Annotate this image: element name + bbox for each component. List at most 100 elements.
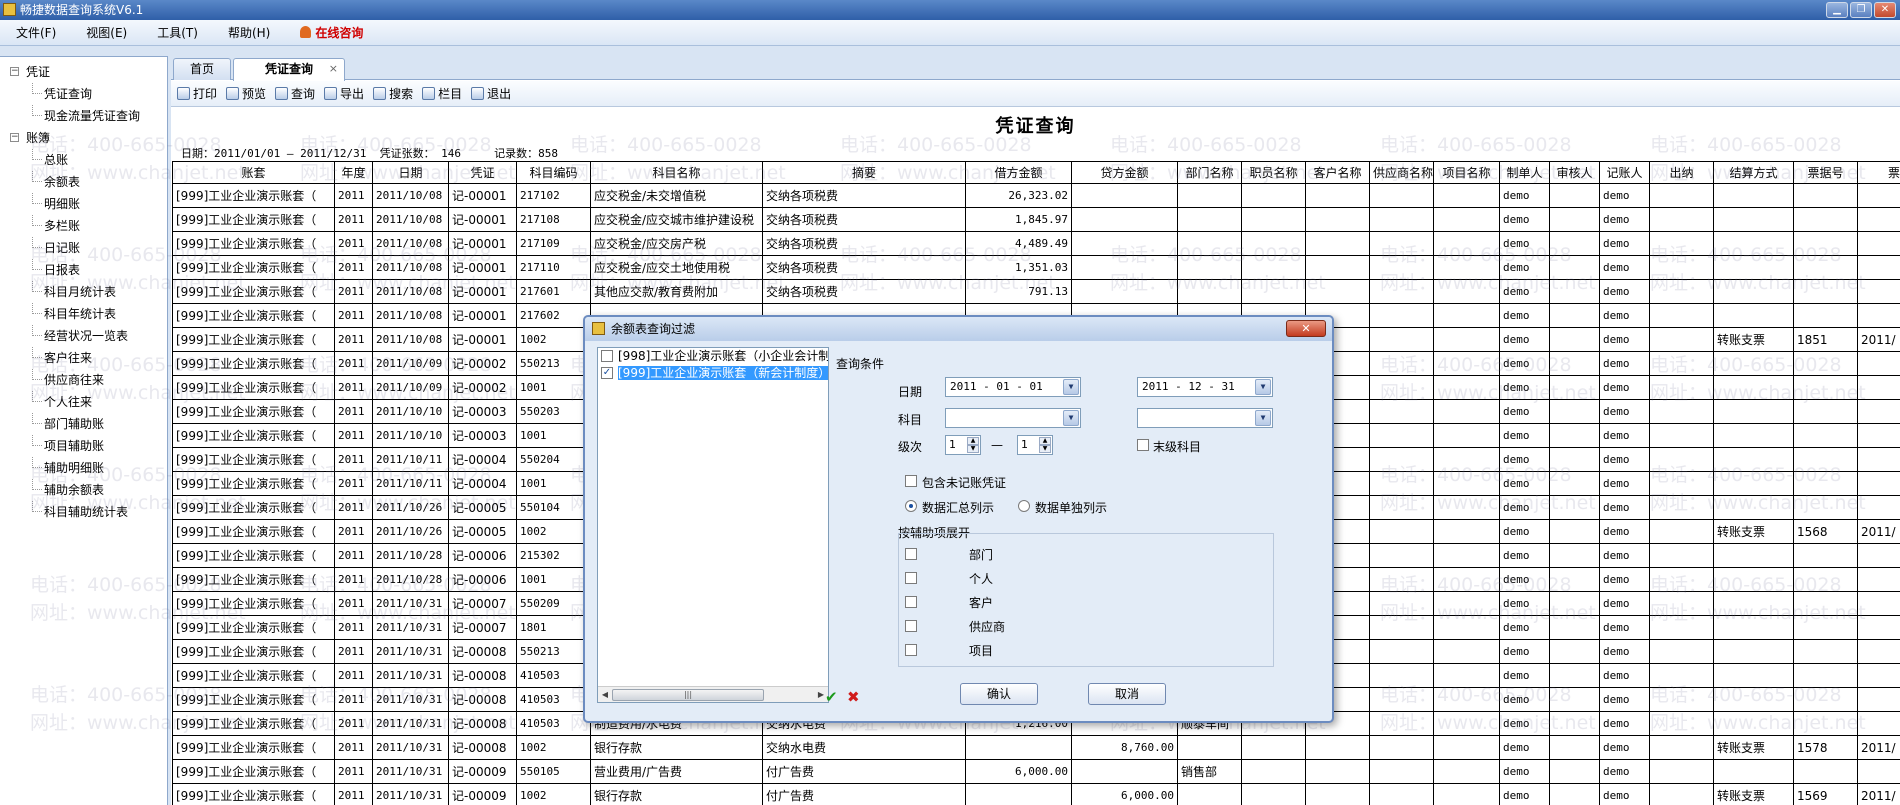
spin-down-icon[interactable]: ▼ [967, 445, 979, 453]
tab-home[interactable]: 首页 [173, 58, 231, 80]
tree-item[interactable]: 科目月统计表 [0, 281, 167, 303]
tree-item[interactable]: 明细账 [0, 193, 167, 215]
column-header[interactable]: 记账人 [1599, 161, 1650, 184]
aux-checkbox[interactable] [905, 644, 917, 656]
account-set-item[interactable]: ✓ [999]工业企业演示账套（新会计制度） [598, 365, 828, 382]
spin-down-icon[interactable]: ▼ [1039, 445, 1051, 453]
preview-button[interactable]: 预览 [222, 83, 270, 105]
tree-item[interactable]: 科目辅助统计表 [0, 501, 167, 523]
tree-item[interactable]: 凭证查询 [0, 83, 167, 105]
maximize-button[interactable]: ❐ [1850, 2, 1872, 18]
tree-item[interactable]: 辅助余额表 [0, 479, 167, 501]
include-unposted-checkbox[interactable] [905, 475, 917, 487]
column-header[interactable]: 审核人 [1549, 161, 1600, 184]
table-row[interactable]: [999]工业企业演示账套（ 2011 2011/10/31 记-00008 1002 银… [172, 735, 1900, 760]
minimize-button[interactable]: ▁ [1826, 2, 1848, 18]
exit-button[interactable]: 退出 [467, 83, 515, 105]
table-row[interactable]: [999]工业企业演示账套（ 2011 2011/10/31 记-00009 55010… [172, 759, 1900, 784]
dropdown-arrow-icon[interactable]: ▼ [1255, 410, 1271, 426]
menu-file[interactable]: 文件(F) [8, 20, 64, 46]
confirm-button[interactable]: 确认 [960, 683, 1038, 705]
window-close-button[interactable]: ✕ [1874, 2, 1896, 18]
dropdown-arrow-icon[interactable]: ▼ [1063, 410, 1079, 426]
account-set-item[interactable]: [998]工业企业演示账套（小企业会计制度） [598, 348, 828, 365]
tree-item[interactable]: 辅助明细账 [0, 457, 167, 479]
columns-button[interactable]: 栏目 [418, 83, 466, 105]
tree-group-voucher[interactable]: − 凭证 [0, 61, 167, 83]
column-header[interactable]: 供应商名称 [1369, 161, 1434, 184]
date-to-picker[interactable]: 2011 - 12 - 31 ▼ [1137, 377, 1273, 397]
column-header[interactable]: 年度 [334, 161, 373, 184]
column-header[interactable]: 出纳 [1649, 161, 1714, 184]
column-header[interactable]: 账套 [172, 161, 335, 184]
aux-checkbox[interactable] [905, 620, 917, 632]
scroll-thumb[interactable]: ||| [612, 689, 764, 701]
summary-radio[interactable] [905, 500, 917, 512]
date-from-picker[interactable]: 2011 - 01 - 01 ▼ [945, 377, 1081, 397]
list-hscrollbar[interactable]: ◀ ||| ▶ [598, 686, 828, 702]
tree-item[interactable]: 供应商往来 [0, 369, 167, 391]
menu-help[interactable]: 帮助(H) [220, 20, 278, 46]
column-header[interactable]: 制单人 [1499, 161, 1550, 184]
tab-voucher-query[interactable]: 凭证查询 × [233, 58, 345, 81]
table-row[interactable]: [999]工业企业演示账套（ 2011 2011/10/08 记-00001 21760… [172, 279, 1900, 304]
menu-online-consult[interactable]: 在线咨询 [292, 20, 371, 46]
tree-item[interactable]: 经营状况一览表 [0, 325, 167, 347]
collapse-icon[interactable]: − [10, 67, 19, 76]
table-row[interactable]: [999]工业企业演示账套（ 2011 2011/10/08 记-00001 21711… [172, 255, 1900, 280]
spin-up-icon[interactable]: ▲ [967, 437, 979, 445]
level-to-spinner[interactable]: 1 ▲ ▼ [1017, 435, 1053, 455]
dialog-close-button[interactable]: ✕ [1286, 320, 1326, 337]
separate-radio[interactable] [1018, 500, 1030, 512]
table-row[interactable]: [999]工业企业演示账套（ 2011 2011/10/08 记-00001 21710… [172, 207, 1900, 232]
column-header[interactable]: 客户名称 [1305, 161, 1370, 184]
tree-item[interactable]: 余额表 [0, 171, 167, 193]
level-from-spinner[interactable]: 1 ▲ ▼ [945, 435, 981, 455]
dropdown-arrow-icon[interactable]: ▼ [1255, 379, 1271, 395]
column-header[interactable]: 摘要 [762, 161, 966, 184]
column-header[interactable]: 日期 [372, 161, 449, 184]
tree-item[interactable]: 客户往来 [0, 347, 167, 369]
tree-item[interactable]: 项目辅助账 [0, 435, 167, 457]
column-header[interactable]: 结算方式 [1713, 161, 1794, 184]
query-button[interactable]: 查询 [271, 83, 319, 105]
account-set-list[interactable]: [998]工业企业演示账套（小企业会计制度） ✓ [999]工业企业演示账套（新会计… [597, 347, 829, 703]
column-header[interactable]: 票据号 [1793, 161, 1858, 184]
scroll-left-icon[interactable]: ◀ [599, 689, 611, 701]
tree-item[interactable]: 科目年统计表 [0, 303, 167, 325]
tree-item[interactable]: 个人往来 [0, 391, 167, 413]
column-header[interactable]: 票据 [1857, 161, 1900, 184]
table-row[interactable]: [999]工业企业演示账套（ 2011 2011/10/08 记-00001 21710… [172, 183, 1900, 208]
column-header[interactable]: 贷方金额 [1071, 161, 1178, 184]
tree-group-ledger[interactable]: − 账簿 [0, 127, 167, 149]
search-button[interactable]: 搜索 [369, 83, 417, 105]
tree-item[interactable]: 现金流量凭证查询 [0, 105, 167, 127]
subject-to-select[interactable]: ▼ [1137, 408, 1273, 428]
dropdown-arrow-icon[interactable]: ▼ [1063, 379, 1079, 395]
tree-item[interactable]: 部门辅助账 [0, 413, 167, 435]
last-level-checkbox[interactable] [1137, 439, 1149, 451]
account-set-checkbox[interactable]: ✓ [601, 367, 613, 379]
print-button[interactable]: 打印 [173, 83, 221, 105]
table-row[interactable]: [999]工业企业演示账套（ 2011 2011/10/08 记-00001 21710… [172, 231, 1900, 256]
column-header[interactable]: 借方金额 [965, 161, 1072, 184]
tree-item[interactable]: 总账 [0, 149, 167, 171]
column-header[interactable]: 科目名称 [590, 161, 763, 184]
cancel-button[interactable]: 取消 [1088, 683, 1166, 705]
account-set-checkbox[interactable] [601, 350, 613, 362]
spin-up-icon[interactable]: ▲ [1039, 437, 1051, 445]
menu-tools[interactable]: 工具(T) [149, 20, 206, 46]
aux-checkbox[interactable] [905, 548, 917, 560]
tab-close-icon[interactable]: × [329, 59, 338, 79]
table-row[interactable]: [999]工业企业演示账套（ 2011 2011/10/31 记-00009 1002 银… [172, 783, 1900, 805]
subject-from-select[interactable]: ▼ [945, 408, 1081, 428]
column-header[interactable]: 科目编码 [516, 161, 591, 184]
export-button[interactable]: 导出 [320, 83, 368, 105]
aux-checkbox[interactable] [905, 596, 917, 608]
cross-icon[interactable]: ✖ [847, 688, 860, 706]
tree-item[interactable]: 日记账 [0, 237, 167, 259]
tree-item[interactable]: 多栏账 [0, 215, 167, 237]
check-icon[interactable]: ✔ [825, 688, 838, 706]
column-header[interactable]: 部门名称 [1177, 161, 1242, 184]
tree-item[interactable]: 日报表 [0, 259, 167, 281]
